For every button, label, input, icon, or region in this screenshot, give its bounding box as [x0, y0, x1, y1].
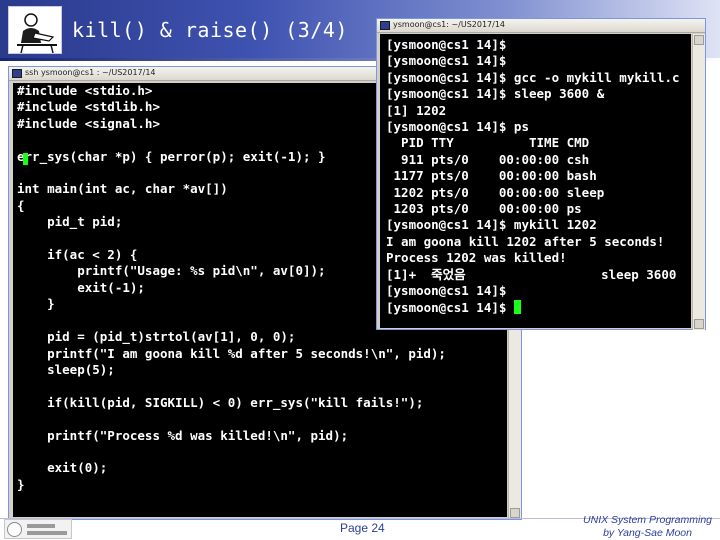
course-name: UNIX System Programming — [583, 514, 712, 526]
shell-line: 911 pts/0 00:00:00 csh — [386, 151, 590, 167]
university-seal-icon — [4, 519, 72, 539]
code-line: sleep(5); — [17, 361, 115, 377]
page-number: Page 24 — [340, 521, 385, 535]
shell-line: I am goona kill 1202 after 5 seconds! — [386, 233, 665, 249]
course-author: by Yang-Sae Moon — [603, 526, 692, 539]
shell-line: Process 1202 was killed! — [386, 250, 567, 266]
scroll-down-arrow-icon[interactable] — [694, 319, 704, 329]
shell-line: [ysmoon@cs1 14]$ ps — [386, 119, 529, 135]
shell-terminal-window[interactable]: ysmoon@cs1: ~/US2017/14 [ysmoon@cs1 14]$… — [376, 18, 706, 330]
code-line: pid = (pid_t)strtol(av[1], 0, 0); — [17, 329, 296, 345]
shell-line: [ysmoon@cs1 14]$ — [386, 37, 507, 52]
window-titlebar[interactable]: ysmoon@cs1: ~/US2017/14 — [377, 19, 705, 33]
code-line: } — [17, 476, 25, 492]
shell-line: [ysmoon@cs1 14]$ — [386, 283, 507, 299]
shell-line: PID TTY TIME CMD — [386, 135, 590, 151]
code-line: printf("I am goona kill %d after 5 secon… — [17, 345, 446, 361]
shell-line: [ysmoon@cs1 14]$ — [386, 53, 507, 69]
reading-person-icon — [8, 6, 62, 54]
terminal-icon — [380, 21, 390, 30]
scroll-up-arrow-icon[interactable] — [694, 35, 704, 45]
shell-line: 1203 pts/0 00:00:00 ps — [386, 201, 582, 217]
vertical-scrollbar[interactable] — [692, 34, 705, 330]
seal-emblem — [7, 522, 22, 537]
window-title: ssh ysmoon@cs1 : ~/US2017/14 — [25, 68, 156, 77]
slide-title: kill() & raise() (3/4) — [72, 18, 348, 42]
code-line: printf("Process %d was killed!\n", pid); — [17, 427, 349, 443]
shell-line: [1] 1202 — [386, 102, 447, 118]
code-line: exit(0); — [17, 460, 108, 476]
code-line: if(kill(pid, SIGKILL) < 0) err_sys("kill… — [17, 394, 424, 410]
shell-output[interactable]: [ysmoon@cs1 14]$ [ysmoon@cs1 14]$ [ysmoon@… — [380, 34, 691, 328]
text-cursor — [23, 153, 28, 165]
shell-line: [1]+ 죽었음 sleep 3600 — [386, 266, 677, 282]
shell-line: [ysmoon@cs1 14]$ — [386, 299, 691, 316]
window-title: ysmoon@cs1: ~/US2017/14 — [393, 20, 506, 29]
logo-wordmark — [27, 531, 67, 535]
shell-line: [ysmoon@cs1 14]$ mykill 1202 — [386, 217, 597, 233]
shell-line: 1202 pts/0 00:00:00 sleep — [386, 184, 605, 200]
shell-line: [ysmoon@cs1 14]$ gcc -o mykill mykill.c — [386, 69, 680, 85]
logo-wordmark — [27, 524, 55, 528]
scroll-down-arrow-icon[interactable] — [510, 508, 520, 518]
shell-line: 1177 pts/0 00:00:00 bash — [386, 168, 597, 184]
text-cursor — [513, 299, 521, 314]
shell-line: [ysmoon@cs1 14]$ sleep 3600 & — [386, 86, 605, 102]
terminal-icon — [12, 69, 22, 78]
course-credit: UNIX System Programming by Yang-Sae Moon — [583, 514, 712, 539]
